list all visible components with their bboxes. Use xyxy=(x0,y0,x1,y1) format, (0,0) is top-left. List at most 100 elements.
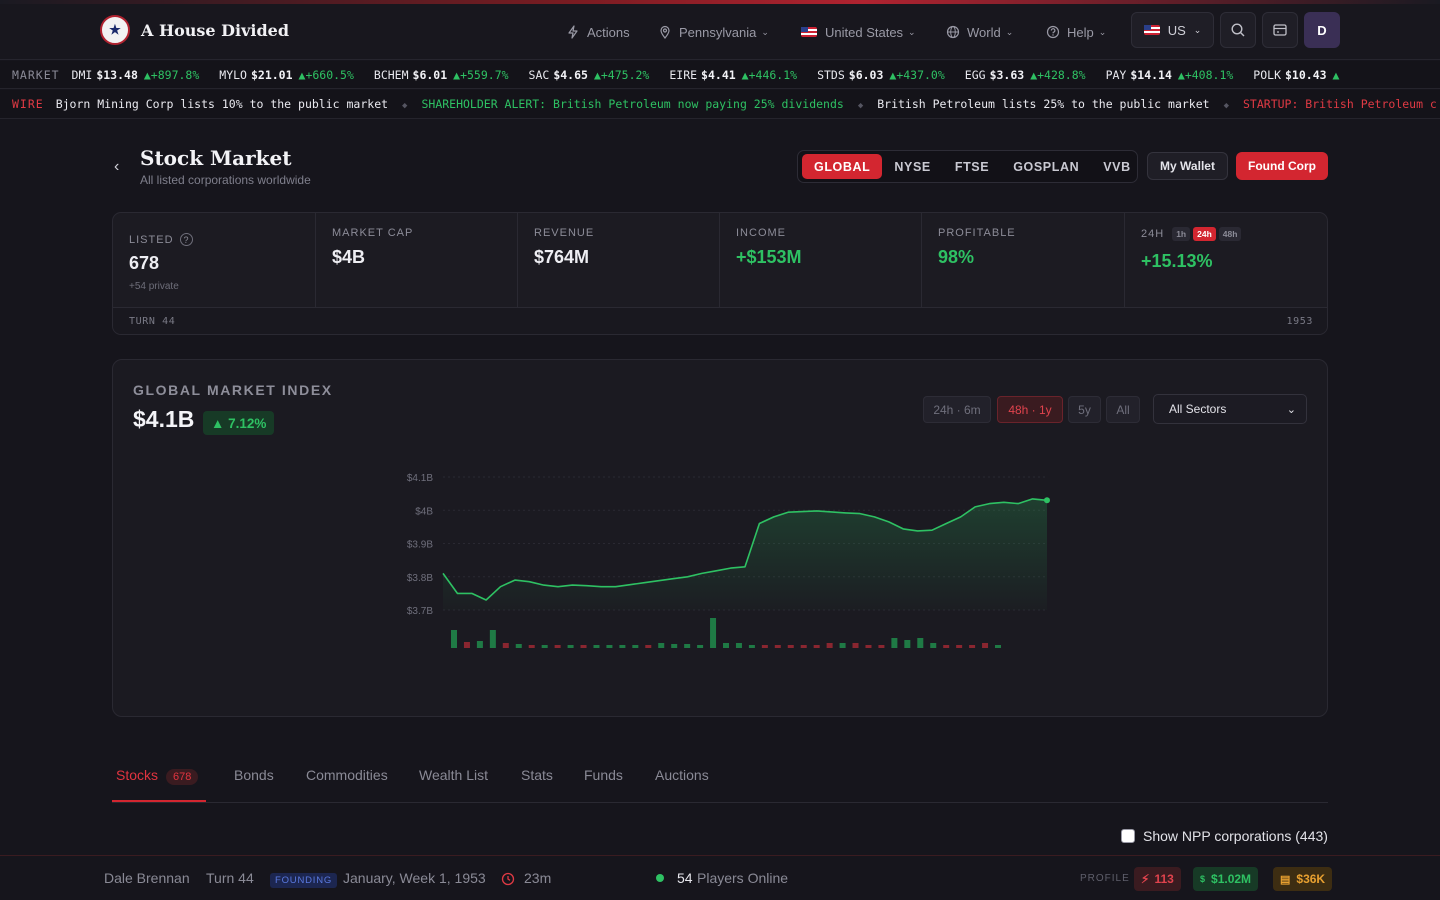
tab-auctions[interactable]: Auctions xyxy=(655,767,709,783)
page-subtitle: All listed corporations worldwide xyxy=(140,173,311,187)
ticker-item[interactable]: POLK $10.43 ▲ xyxy=(1253,68,1339,82)
volume-bar xyxy=(891,638,898,648)
volume-bar xyxy=(748,645,755,648)
range-24h-6m[interactable]: 24h · 6m xyxy=(923,396,991,423)
my-wallet-button[interactable]: My Wallet xyxy=(1147,152,1228,180)
volume-bar xyxy=(865,645,872,648)
volume-bar xyxy=(723,643,729,648)
search-icon xyxy=(1231,23,1245,37)
index-change-badge: ▲ 7.12% xyxy=(203,411,275,435)
tab-bonds[interactable]: Bonds xyxy=(234,767,274,783)
wire-item[interactable]: British Petroleum lists 25% to the publi… xyxy=(877,97,1209,111)
ticker-symbol: EGG xyxy=(964,67,986,82)
stat-profitable-value: 98% xyxy=(938,247,975,267)
location-pin-icon xyxy=(660,25,670,39)
calendar-icon xyxy=(1273,24,1287,36)
npp-filter[interactable]: Show NPP corporations (443) xyxy=(1121,828,1328,844)
volume-bar xyxy=(995,645,1001,648)
range-5y[interactable]: 5y xyxy=(1068,396,1101,423)
market-ticker: MARKET DMI $13.48 ▲+897.8% MYLO $21.01 ▲+660.… xyxy=(0,61,1440,89)
money-badge[interactable]: $ $1.02M xyxy=(1193,867,1259,891)
search-button[interactable] xyxy=(1220,12,1256,48)
nav-actions[interactable]: Actions xyxy=(566,4,630,60)
ticker-item[interactable]: EIRE $4.41 ▲+446.1% xyxy=(669,68,797,82)
globe-icon xyxy=(946,25,960,39)
volume-bar xyxy=(969,645,976,648)
wire-item[interactable]: STARTUP: British Petroleum c xyxy=(1243,97,1437,111)
volume-bar xyxy=(528,645,535,648)
stat-red-badge[interactable]: ⚡︎ 113 xyxy=(1134,867,1181,891)
back-chevron-icon[interactable]: ‹ xyxy=(114,158,119,176)
exchange-tab-global[interactable]: GLOBAL xyxy=(802,154,883,179)
pill-1h[interactable]: 1h xyxy=(1172,227,1191,241)
ticker-symbol: MYLO xyxy=(219,67,247,82)
volume-bar xyxy=(684,644,691,648)
nav-country[interactable]: United States ⌄ xyxy=(801,4,916,60)
exchange-tab-nyse[interactable]: NYSE xyxy=(882,154,942,179)
ticker-change: ▲+437.0% xyxy=(889,67,945,82)
ticker-price: $4.41 xyxy=(701,67,736,82)
tab-funds[interactable]: Funds xyxy=(584,767,623,783)
chevron-down-icon: ⌄ xyxy=(1193,24,1202,35)
ticker-item[interactable]: PAY $14.14 ▲+408.1% xyxy=(1106,68,1234,82)
range-48h-1y[interactable]: 48h · 1y xyxy=(997,396,1063,423)
volume-bar xyxy=(567,645,574,648)
calendar-button[interactable] xyxy=(1262,12,1298,48)
volume-bar xyxy=(515,644,522,648)
volume-bar xyxy=(852,643,859,648)
ticker-item[interactable]: BCHEM $6.01 ▲+559.7% xyxy=(374,68,509,82)
exchange-tab-vvb[interactable]: VVB xyxy=(1091,154,1143,179)
ticker-item[interactable]: SAC $4.65 ▲+475.2% xyxy=(529,68,650,82)
nav-help[interactable]: Help ⌄ xyxy=(1046,4,1106,60)
volume-bar xyxy=(671,644,678,648)
ticker-symbol: EIRE xyxy=(669,67,698,82)
gold-badge[interactable]: ▤ $36K xyxy=(1273,867,1333,891)
stat-market-cap-label: MARKET CAP xyxy=(332,227,414,239)
page-title: Stock Market xyxy=(140,146,292,170)
found-corp-button[interactable]: Found Corp xyxy=(1236,152,1328,180)
volume-bar xyxy=(930,643,937,648)
pill-48h[interactable]: 48h xyxy=(1218,227,1242,241)
ticker-price: $14.14 xyxy=(1130,67,1172,82)
y-tick-label: $4.1B xyxy=(407,473,433,484)
wire-item[interactable]: SHAREHOLDER ALERT: British Petroleum now… xyxy=(421,97,843,111)
region-selector[interactable]: US ⌄ xyxy=(1131,12,1214,48)
ticker-item[interactable]: MYLO $21.01 ▲+660.5% xyxy=(219,68,354,82)
exchange-tab-gosplan[interactable]: GOSPLAN xyxy=(1001,154,1091,179)
footer-timer: 23m xyxy=(524,870,552,886)
ticker-symbol: PAY xyxy=(1105,67,1127,82)
ticker-change: ▲+446.1% xyxy=(741,67,798,82)
tab-wealth-list[interactable]: Wealth List xyxy=(419,767,488,783)
nav-world-label: World xyxy=(967,24,1001,40)
volume-bar xyxy=(451,630,457,648)
tab-stocks[interactable]: Stocks 678 xyxy=(116,767,199,785)
tab-commodities[interactable]: Commodities xyxy=(306,767,388,783)
volume-bar xyxy=(813,645,820,648)
brand[interactable]: ★ A House Divided xyxy=(100,15,289,45)
player-name[interactable]: Dale Brennan xyxy=(104,870,190,886)
user-avatar[interactable]: D xyxy=(1304,12,1340,48)
ticker-item[interactable]: EGG $3.63 ▲+428.8% xyxy=(965,68,1086,82)
ticker-symbol: POLK xyxy=(1253,67,1281,82)
volume-bar xyxy=(839,643,846,648)
volume-bar xyxy=(658,643,665,648)
npp-checkbox[interactable] xyxy=(1121,829,1135,843)
nav-world[interactable]: World ⌄ xyxy=(946,4,1013,60)
stat-profitable-label: PROFITABLE xyxy=(938,227,1016,239)
ticker-item[interactable]: STDS $6.03 ▲+437.0% xyxy=(817,68,945,82)
nav-state[interactable]: Pennsylvania ⌄ xyxy=(658,4,769,60)
wire-item[interactable]: Bjorn Mining Corp lists 10% to the publi… xyxy=(56,97,388,111)
exchange-tab-ftse[interactable]: FTSE xyxy=(943,154,1001,179)
volume-bar xyxy=(904,640,911,648)
volume-bar xyxy=(476,641,483,648)
ticker-item[interactable]: DMI $13.48 ▲+897.8% xyxy=(72,68,200,82)
tab-stats[interactable]: Stats xyxy=(521,767,553,783)
sector-select[interactable]: All Sectors ⌄ xyxy=(1153,394,1307,424)
pill-24h[interactable]: 24h xyxy=(1193,227,1216,241)
top-navbar: ★ A House Divided Actions Pennsylvania ⌄… xyxy=(0,4,1440,60)
wire-label: WIRE xyxy=(12,97,44,111)
range-all[interactable]: All xyxy=(1106,396,1140,423)
ticker-items: DMI $13.48 ▲+897.8% MYLO $21.01 ▲+660.5% BCHEM… xyxy=(72,68,1360,82)
help-icon[interactable]: ? xyxy=(179,233,193,246)
volume-bar xyxy=(982,643,989,648)
